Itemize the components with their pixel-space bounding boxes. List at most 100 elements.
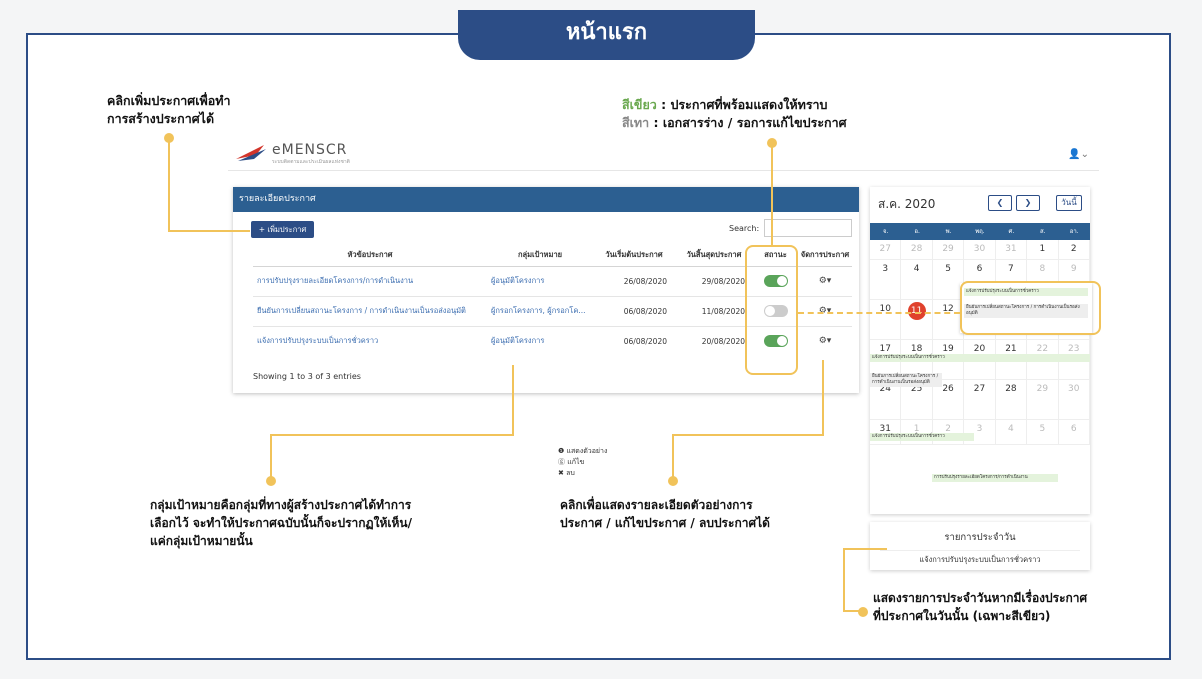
- logo-mark-icon: [236, 145, 266, 161]
- calendar-day[interactable]: 28: [995, 380, 1028, 420]
- search-input[interactable]: [764, 219, 852, 237]
- row-topic-link[interactable]: การปรับปรุงรายละเอียดโครงการ/การดำเนินงา…: [253, 265, 487, 296]
- callout-line: [672, 434, 674, 478]
- row-group[interactable]: ผู้อนุมัติโครงการ: [487, 265, 593, 296]
- prev-month-button[interactable]: ❮: [988, 195, 1012, 211]
- menu-item-edit[interactable]: ⓖ แก้ไข: [558, 457, 618, 468]
- app-header: eMENSCR ระบบติดตามและประเมินผลแห่งชาติ 👤…: [228, 137, 1099, 171]
- row-end: 29/08/2020: [675, 265, 753, 296]
- today-button[interactable]: วันนี้: [1056, 195, 1082, 211]
- calendar-day[interactable]: 29: [1027, 380, 1059, 420]
- row-start: 26/08/2020: [593, 265, 675, 296]
- callout-line: [822, 360, 824, 436]
- note-target-line: เลือกไว้ จะทำให้ประกาศฉบับนั้นก็จะปรากฏใ…: [150, 516, 412, 530]
- note-add-line: คลิกเพิ่มประกาศเพื่อทำ: [107, 93, 231, 108]
- column-end[interactable]: วันสิ้นสุดประกาศ: [675, 245, 753, 267]
- calendar-day[interactable]: 5: [1027, 420, 1059, 445]
- calendar-day[interactable]: 3: [870, 260, 902, 300]
- daily-item[interactable]: แจ้งการปรับปรุงระบบเป็นการชั่วคราว: [880, 550, 1080, 566]
- logo-text: eMENSCR: [272, 142, 348, 158]
- row-topic-link[interactable]: ยืนยันการเปลี่ยนสถานะโครงการ / การดำเนิน…: [253, 295, 487, 326]
- gear-dropdown-icon[interactable]: ⚙▾: [819, 276, 832, 286]
- calendar-title: ส.ค. 2020: [878, 197, 936, 211]
- daily-title: รายการประจำวัน: [944, 532, 1016, 543]
- gear-dropdown-icon[interactable]: ⚙▾: [819, 336, 832, 346]
- column-manage: จัดการประกาศ: [798, 245, 852, 267]
- row-group[interactable]: ผู้กรอกโครงการ, ผู้กรอกโค...: [487, 295, 593, 326]
- row-manage: ⚙▾: [798, 325, 852, 356]
- column-start[interactable]: วันเริ่มต้นประกาศ: [593, 245, 675, 267]
- calendar-day[interactable]: 27: [870, 240, 902, 260]
- callout-line: [672, 434, 824, 436]
- callout-dot: [668, 476, 678, 486]
- weekday: อ.: [914, 228, 920, 235]
- column-group[interactable]: กลุ่มเป้าหมาย: [487, 245, 593, 267]
- weekday: ศ.: [1008, 228, 1015, 235]
- panel-header: รายละเอียดประกาศ: [233, 187, 859, 212]
- calendar-day[interactable]: 29: [932, 240, 965, 260]
- callout-dot: [858, 607, 868, 617]
- callout-dot: [266, 476, 276, 486]
- note-status-gray: สีเทา : เอกสารร่าง / รอการแก้ไขประกาศ: [622, 114, 847, 132]
- column-topic[interactable]: หัวข้อประกาศ: [253, 245, 487, 267]
- calendar-day[interactable]: 27: [964, 380, 996, 420]
- calendar-event[interactable]: แจ้งการปรับปรุงระบบเป็นการชั่วคราว: [870, 354, 1090, 362]
- calendar-day[interactable]: 10: [870, 300, 902, 340]
- calendar-day[interactable]: 31: [995, 240, 1028, 260]
- weekday: จ.: [882, 228, 889, 235]
- note-status: สีเขียว : ประกาศที่พร้อมแสดงให้ทราบ สีเท…: [622, 96, 847, 132]
- weekday: อา.: [1069, 228, 1079, 235]
- calendar-day[interactable]: 4: [901, 260, 933, 300]
- page-title: หน้าแรก: [458, 10, 755, 60]
- calendar-day[interactable]: 4: [995, 420, 1028, 445]
- next-month-button[interactable]: ❯: [1016, 195, 1040, 211]
- callout-line: [843, 548, 845, 612]
- calendar-day[interactable]: 1: [1027, 240, 1059, 260]
- add-announcement-button[interactable]: + เพิ่มประกาศ: [251, 221, 314, 238]
- calendar-event[interactable]: ยืนยันการเปลี่ยนสถานะโครงการ / การดำเนิน…: [870, 373, 942, 387]
- note-daily-line: ที่ประกาศในวันนั้น (เฉพาะสีเขียว): [873, 609, 1051, 623]
- green-text: : ประกาศที่พร้อมแสดงให้ทราบ: [656, 97, 828, 112]
- menu-item-preview[interactable]: ❶ แสดงตัวอย่าง: [558, 446, 618, 457]
- callout-line: [843, 610, 861, 612]
- row-topic-link[interactable]: แจ้งการปรับปรุงระบบเป็นการชั่วคราว: [253, 325, 487, 356]
- row-group[interactable]: ผู้อนุมัติโครงการ: [487, 325, 593, 356]
- note-action-line: คลิกเพื่อแสดงรายละเอียดตัวอย่างการ: [560, 498, 753, 512]
- note-status-green: สีเขียว : ประกาศที่พร้อมแสดงให้ทราบ: [622, 96, 847, 114]
- calendar-day[interactable]: 6: [1058, 420, 1090, 445]
- row-manage: ⚙▾: [798, 265, 852, 296]
- gray-label: สีเทา: [622, 115, 650, 130]
- gear-dropdown-icon[interactable]: ⚙▾: [819, 306, 832, 316]
- note-action-line: ประกาศ / แก้ไขประกาศ / ลบประกาศได้: [560, 516, 770, 530]
- search-label: Search:: [729, 224, 760, 233]
- note-add-line: การสร้างประกาศได้: [107, 111, 215, 126]
- callout-line: [771, 143, 773, 246]
- note-target: กลุ่มเป้าหมายคือกลุ่มที่ทางผู้สร้างประกา…: [150, 496, 412, 550]
- weekday: ส.: [1040, 228, 1046, 235]
- calendar: ส.ค. 2020 ❮ ❯ วันนี้ จ. อ. พ. พฤ. ศ. ส. …: [870, 187, 1090, 514]
- note-target-line: กลุ่มเป้าหมายคือกลุ่มที่ทางผู้สร้างประกา…: [150, 498, 412, 512]
- calendar-day[interactable]: 30: [964, 240, 996, 260]
- callout-line: [168, 230, 250, 232]
- today-marker: 11: [907, 302, 926, 320]
- row-manage: ⚙▾: [798, 295, 852, 326]
- status-highlight: [745, 245, 798, 375]
- callout-line: [270, 434, 272, 478]
- calendar-event[interactable]: การปรับปรุงรายละเอียดโครงการ/การดำเนินงา…: [932, 474, 1058, 482]
- menu-item-delete[interactable]: ✖ ลบ: [558, 468, 618, 479]
- daily-list: รายการประจำวัน แจ้งการปรับปรุงระบบเป็นกา…: [870, 522, 1090, 570]
- calendar-day[interactable]: 2: [1058, 240, 1090, 260]
- note-daily: แสดงรายการประจำวันหากมีเรื่องประกาศ ที่ป…: [873, 589, 1087, 625]
- note-add: คลิกเพิ่มประกาศเพื่อทำ การสร้างประกาศได้: [107, 92, 231, 128]
- logo-subtitle: ระบบติดตามและประเมินผลแห่งชาติ: [272, 159, 350, 165]
- calendar-day[interactable]: 11: [901, 300, 933, 340]
- logo[interactable]: eMENSCR ระบบติดตามและประเมินผลแห่งชาติ: [234, 141, 354, 167]
- calendar-day[interactable]: 28: [901, 240, 933, 260]
- user-menu-icon[interactable]: 👤⌄: [1068, 149, 1089, 160]
- calendar-day[interactable]: 30: [1058, 380, 1090, 420]
- callout-line: [270, 434, 514, 436]
- weekday: พฤ.: [975, 228, 985, 235]
- callout-dash: [798, 312, 960, 314]
- calendar-event[interactable]: แจ้งการปรับปรุงระบบเป็นการชั่วคราว: [870, 433, 974, 441]
- page: หน้าแรก คลิกเพิ่มประกาศเพื่อทำ การสร้างป…: [0, 0, 1202, 679]
